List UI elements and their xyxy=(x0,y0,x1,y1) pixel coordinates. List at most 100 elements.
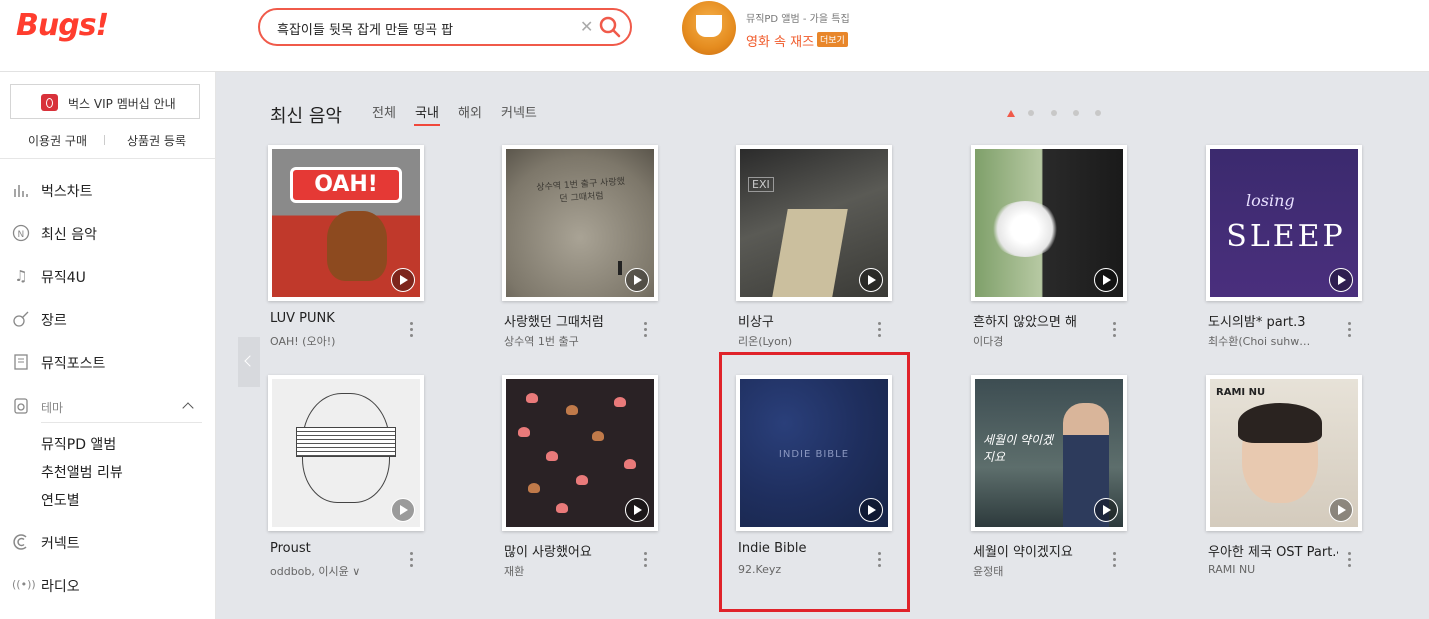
album-title[interactable]: LUV PUNK xyxy=(270,311,400,326)
tab-domestic[interactable]: 국내 xyxy=(415,102,439,121)
album-cover[interactable]: losing SLEEP xyxy=(1206,145,1362,301)
sidebar-theme-toggle[interactable]: 테마 xyxy=(12,392,202,422)
play-icon[interactable] xyxy=(625,498,649,522)
search-icon[interactable] xyxy=(598,15,622,39)
album-artist[interactable]: RAMI NU xyxy=(1208,563,1328,576)
album-title[interactable]: 흔하지 않았으면 해 xyxy=(973,311,1103,330)
album-artist[interactable]: 상수역 1번 출구 xyxy=(504,333,624,349)
theme-item-year[interactable]: 연도별 xyxy=(41,490,80,510)
play-icon[interactable] xyxy=(391,268,415,292)
page-indicator[interactable] xyxy=(1028,110,1034,116)
sidebar-item-new-music[interactable]: N 최신 음악 xyxy=(12,219,202,249)
album-artist[interactable]: 윤정태 xyxy=(973,563,1093,579)
promo-more-badge[interactable]: 더보기 xyxy=(817,32,848,47)
sidebar-item-radio[interactable]: ((•)) 라디오 xyxy=(12,571,202,601)
album-title[interactable]: 비상구 xyxy=(738,311,868,330)
more-options-icon[interactable] xyxy=(1347,550,1353,570)
art-text: INDIE BIBLE xyxy=(778,449,850,460)
more-options-icon[interactable] xyxy=(409,550,415,570)
tab-connect[interactable]: 커넥트 xyxy=(501,102,537,121)
more-options-icon[interactable] xyxy=(1112,320,1118,340)
album-card[interactable]: 많이 사랑했어요 재환 xyxy=(502,375,662,585)
album-card-indie-bible[interactable]: INDIE BIBLE Indie Bible 92.Keyz xyxy=(736,375,896,585)
more-options-icon[interactable] xyxy=(409,320,415,340)
sidebar-item-connect[interactable]: 커넥트 xyxy=(12,528,202,558)
album-title[interactable]: 사랑했던 그때처럼 xyxy=(504,311,634,330)
album-artist[interactable]: 리온(Lyon) xyxy=(738,333,858,349)
more-options-icon[interactable] xyxy=(643,320,649,340)
album-cover[interactable] xyxy=(268,375,424,531)
promo-thumbnail[interactable] xyxy=(682,1,736,55)
play-icon[interactable] xyxy=(391,498,415,522)
album-card[interactable]: losing SLEEP 도시의밤* part.3 최수환(Choi suhw… xyxy=(1206,145,1366,355)
album-card[interactable]: Proust oddbob, 이시윤 ∨ xyxy=(268,375,428,585)
search-box[interactable]: 흑잡이들 뒷목 잡게 만들 띵곡 팝 ✕ xyxy=(258,8,632,46)
more-options-icon[interactable] xyxy=(877,550,883,570)
album-cover[interactable]: EXI xyxy=(736,145,892,301)
page-indicator[interactable] xyxy=(1051,110,1057,116)
prev-page-button[interactable] xyxy=(238,337,260,387)
vip-membership-button[interactable]: 벅스 VIP 멤버십 안내 xyxy=(10,84,200,119)
bugs-logo[interactable]: Bugs! xyxy=(16,8,109,43)
sidebar-item-music4u[interactable]: ♫ 뮤직4U xyxy=(12,262,202,292)
chart-bars-icon xyxy=(12,181,30,199)
album-artist[interactable]: 재환 xyxy=(504,563,624,579)
section-title: 최신 음악 xyxy=(270,106,342,127)
album-artist[interactable]: 92.Keyz xyxy=(738,563,858,576)
more-options-icon[interactable] xyxy=(877,320,883,340)
sidebar-item-genre[interactable]: 장르 xyxy=(12,305,202,335)
album-artist[interactable]: OAH! (오아!) xyxy=(270,333,390,349)
album-card[interactable]: EXI 비상구 리온(Lyon) xyxy=(736,145,896,355)
album-artist[interactable]: 이다경 xyxy=(973,333,1093,349)
clear-icon[interactable]: ✕ xyxy=(580,17,593,36)
album-title[interactable]: Proust xyxy=(270,541,400,556)
album-artist[interactable]: 최수환(Choi suhw… xyxy=(1208,333,1328,349)
album-artist[interactable]: oddbob, 이시윤 ∨ xyxy=(270,563,390,579)
album-card[interactable]: 상수역 1번 출구 사랑했던 그때처럼 사랑했던 그때처럼 상수역 1번 출구 xyxy=(502,145,662,355)
album-title[interactable]: 우아한 제국 OST Part.4 xyxy=(1208,541,1338,560)
album-cover[interactable]: RAMI NU xyxy=(1206,375,1362,531)
album-title[interactable]: 세월이 약이겠지요 xyxy=(973,541,1103,560)
tab-all[interactable]: 전체 xyxy=(372,102,396,121)
play-icon[interactable] xyxy=(1329,498,1353,522)
album-cover[interactable]: 세월이 약이겠지요 xyxy=(971,375,1127,531)
play-icon[interactable] xyxy=(1094,498,1118,522)
album-cover[interactable]: 상수역 1번 출구 사랑했던 그때처럼 xyxy=(502,145,658,301)
sidebar-item-chart[interactable]: 벅스차트 xyxy=(12,176,202,206)
page-indicator[interactable] xyxy=(1095,110,1101,116)
theme-item-musicpd[interactable]: 뮤직PD 앨범 xyxy=(41,434,116,454)
more-options-icon[interactable] xyxy=(643,550,649,570)
more-options-icon[interactable] xyxy=(1347,320,1353,340)
more-options-icon[interactable] xyxy=(1112,550,1118,570)
theme-item-review[interactable]: 추천앨범 리뷰 xyxy=(41,462,123,482)
album-card[interactable]: 세월이 약이겠지요 세월이 약이겠지요 윤정태 xyxy=(971,375,1131,585)
play-icon[interactable] xyxy=(859,498,883,522)
search-input[interactable]: 흑잡이들 뒷목 잡게 만들 띵곡 팝 xyxy=(277,19,453,38)
play-icon[interactable] xyxy=(625,268,649,292)
buy-pass-link[interactable]: 이용권 구매 xyxy=(28,132,87,149)
play-icon[interactable] xyxy=(1329,268,1353,292)
album-card[interactable]: 흔하지 않았으면 해 이다경 xyxy=(971,145,1131,355)
album-cover[interactable]: INDIE BIBLE xyxy=(736,375,892,531)
album-title[interactable]: 많이 사랑했어요 xyxy=(504,541,634,560)
album-title[interactable]: Indie Bible xyxy=(738,541,868,556)
chevron-left-icon xyxy=(244,355,256,367)
album-cover[interactable]: OAH! xyxy=(268,145,424,301)
chevron-up-icon[interactable] xyxy=(182,402,194,414)
album-title[interactable]: 도시의밤* part.3 xyxy=(1208,311,1338,330)
page-indicator[interactable] xyxy=(1073,110,1079,116)
art-figure xyxy=(618,261,622,275)
promo-title[interactable]: 영화 속 재즈 xyxy=(746,31,814,50)
album-art: 세월이 약이겠지요 xyxy=(975,379,1123,527)
gift-card-link[interactable]: 상품권 등록 xyxy=(127,132,186,149)
album-card[interactable]: OAH! LUV PUNK OAH! (오아!) xyxy=(268,145,428,355)
play-icon[interactable] xyxy=(859,268,883,292)
sidebar-item-musicpost[interactable]: 뮤직포스트 xyxy=(12,348,202,378)
page-indicator-active[interactable] xyxy=(1007,110,1015,117)
album-cover[interactable] xyxy=(971,145,1127,301)
promo-subtitle: 뮤직PD 앨범 - 가을 특집 xyxy=(746,14,850,25)
album-card[interactable]: RAMI NU 우아한 제국 OST Part.4 RAMI NU xyxy=(1206,375,1366,585)
tab-overseas[interactable]: 해외 xyxy=(458,102,482,121)
album-cover[interactable] xyxy=(502,375,658,531)
play-icon[interactable] xyxy=(1094,268,1118,292)
